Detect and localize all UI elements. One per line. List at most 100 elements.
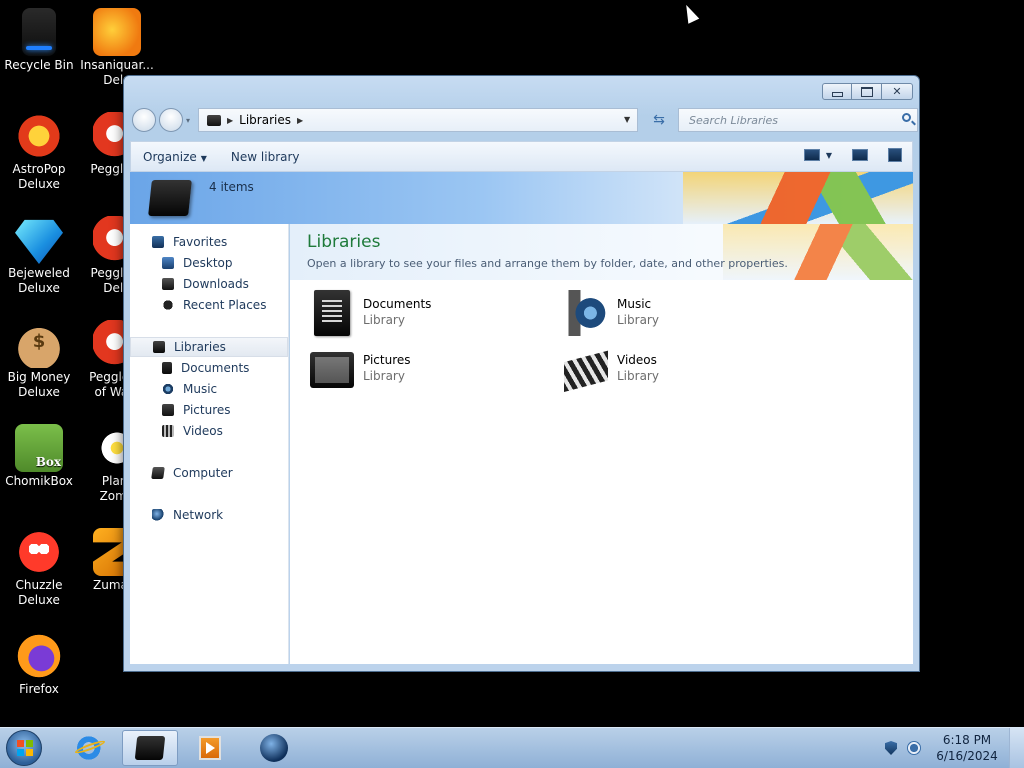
mouse-cursor-icon: [680, 2, 700, 24]
desktop-icon-label: Recycle Bin: [4, 58, 74, 72]
preview-pane-icon[interactable]: [852, 149, 868, 161]
nav-item-label: Music: [183, 382, 218, 396]
taskbar: 6:18 PM 6/16/2024: [0, 727, 1024, 768]
library-item-pictures[interactable]: Pictures Library: [310, 346, 550, 396]
view-controls: ▼: [803, 148, 902, 162]
taskbar-globe-app[interactable]: [246, 730, 302, 766]
breadcrumb-libraries[interactable]: Libraries: [239, 113, 291, 127]
search-input[interactable]: [687, 113, 891, 128]
search-icon[interactable]: [902, 113, 911, 122]
nav-item-network[interactable]: Network: [130, 505, 310, 525]
address-bar[interactable]: ▶ Libraries ▶: [198, 108, 638, 132]
desktop-icon: [162, 257, 174, 269]
firefox-icon: [15, 632, 63, 680]
nav-item-label: Videos: [183, 424, 223, 438]
item-count: 4 items: [209, 180, 254, 194]
clock-date: 6/16/2024: [936, 749, 998, 763]
navigation-pane: Favorites Desktop Downloads Recent Place…: [130, 224, 289, 664]
documents-icon: [314, 290, 350, 336]
forward-button[interactable]: [159, 108, 183, 132]
internet-explorer-icon: [77, 735, 103, 761]
computer-icon: [151, 467, 165, 479]
desktop-icon-label: Big Money Deluxe: [7, 370, 71, 399]
new-library-button[interactable]: New library: [219, 150, 312, 164]
clock[interactable]: 6:18 PM 6/16/2024: [935, 732, 999, 764]
close-icon: ✕: [892, 85, 902, 98]
content-header: Libraries Open a library to see your fil…: [290, 224, 913, 280]
page-title: Libraries: [307, 232, 381, 252]
chomikbox-icon: [15, 424, 63, 472]
library-type: Library: [617, 369, 659, 383]
videos-icon: [162, 425, 174, 437]
desktop-icon-recycle-bin[interactable]: Recycle Bin: [0, 8, 78, 73]
nav-item-favorites[interactable]: Favorites: [130, 232, 310, 252]
chevron-down-icon: ▼: [200, 153, 207, 163]
taskbar-windows-explorer[interactable]: [122, 730, 178, 766]
desktop-icon-big-money[interactable]: Big Money Deluxe: [0, 320, 78, 400]
help-icon[interactable]: [888, 148, 902, 162]
recycle-bin-icon: [22, 8, 56, 56]
recent-pages-dropdown[interactable]: ▾: [186, 116, 194, 125]
chevron-down-icon[interactable]: ▼: [826, 151, 832, 160]
libraries-large-icon: [148, 180, 192, 216]
system-tray: 6:18 PM 6/16/2024: [885, 728, 1024, 768]
action-center-icon[interactable]: [885, 741, 897, 755]
chevron-right-icon[interactable]: ▶: [297, 116, 303, 125]
maximize-button[interactable]: [852, 83, 882, 100]
taskbar-internet-explorer[interactable]: [62, 730, 118, 766]
content-pane: Libraries Open a library to see your fil…: [290, 224, 913, 664]
clock-time: 6:18 PM: [942, 733, 992, 747]
library-name: Music: [617, 297, 652, 311]
back-button[interactable]: [132, 108, 156, 132]
music-icon: [162, 383, 174, 395]
chevron-right-icon[interactable]: ▶: [227, 116, 233, 125]
library-item-videos[interactable]: Videos Library: [564, 346, 804, 396]
network-icon: [152, 509, 164, 521]
close-button[interactable]: ✕: [882, 83, 913, 100]
search-box[interactable]: [678, 108, 918, 132]
nav-item-libraries[interactable]: Libraries: [130, 337, 288, 357]
library-item-documents[interactable]: Documents Library: [310, 290, 550, 340]
change-view-icon[interactable]: [803, 149, 820, 161]
navigation-bar: ▾ ▶ Libraries ▶ ▼ ⇆: [132, 106, 918, 134]
documents-icon: [162, 362, 172, 374]
library-item-music[interactable]: Music Library: [564, 290, 804, 340]
recent-places-icon: [162, 299, 174, 311]
library-name: Pictures: [363, 353, 411, 367]
nav-item-label: Downloads: [183, 277, 249, 291]
globe-icon: [260, 734, 288, 762]
chuzzle-icon: [15, 528, 63, 576]
desktop-icon-label: Bejeweled Deluxe: [8, 266, 70, 295]
desktop-icon-bejeweled[interactable]: Bejeweled Deluxe: [0, 216, 78, 296]
desktop-icon-label: ChomikBox: [5, 474, 73, 488]
address-dropdown[interactable]: ▼: [624, 115, 630, 124]
page-subtitle: Open a library to see your files and arr…: [307, 257, 788, 270]
favorites-icon: [152, 236, 164, 248]
desktop-icon-firefox[interactable]: Firefox: [0, 632, 78, 697]
desktop-icon-label: Firefox: [19, 682, 59, 696]
library-type: Library: [617, 313, 659, 327]
nav-item-label: Libraries: [174, 340, 226, 354]
desktop-icon-chuzzle[interactable]: Chuzzle Deluxe: [0, 528, 78, 608]
desktop-icon-chomikbox[interactable]: ChomikBox: [0, 424, 78, 489]
library-type: Library: [363, 313, 405, 327]
desktop-icon-astropop[interactable]: AstroPop Deluxe: [0, 112, 78, 192]
taskbar-media-player[interactable]: [182, 730, 238, 766]
media-player-icon: [199, 736, 221, 760]
videos-icon: [564, 350, 608, 392]
network-icon[interactable]: [907, 741, 921, 755]
refresh-button[interactable]: ⇆: [648, 109, 670, 131]
desktop-icon-label: Chuzzle Deluxe: [15, 578, 63, 607]
maximize-icon: [860, 86, 873, 97]
pictures-icon: [162, 404, 174, 416]
organize-button[interactable]: Organize ▼: [131, 150, 219, 164]
minimize-icon: [831, 91, 843, 97]
nav-item-computer[interactable]: Computer: [130, 463, 310, 483]
show-desktop-button[interactable]: [1009, 728, 1024, 768]
organize-label: Organize: [143, 149, 197, 164]
start-button[interactable]: [6, 730, 42, 766]
minimize-button[interactable]: [822, 83, 852, 100]
windows-flag-decoration: [723, 224, 913, 280]
libraries-icon: [207, 114, 221, 126]
library-type: Library: [363, 369, 405, 383]
